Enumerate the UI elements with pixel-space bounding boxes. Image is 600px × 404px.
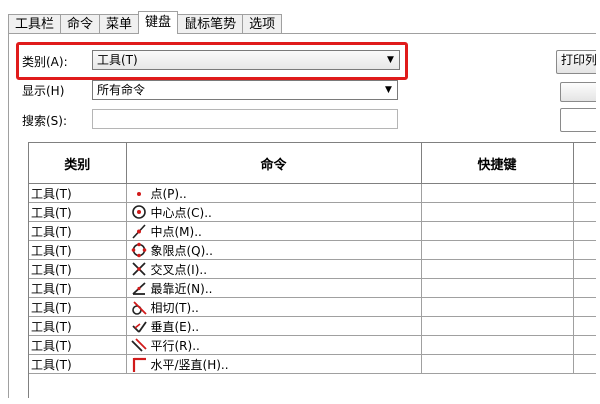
row-shortcut[interactable]	[421, 335, 574, 355]
row-command: 平行(R)..	[150, 338, 200, 353]
row-shortcut[interactable]	[421, 259, 574, 279]
customize-dialog: 工具栏 命令 菜单 键盘 鼠标笔势 选项 类别(A): 工具(T) ▼ 显示(H…	[4, 2, 596, 398]
perpendicular-icon	[131, 321, 147, 333]
tab-bar: 工具栏 命令 菜单 键盘 鼠标笔势 选项	[8, 11, 283, 34]
search-input[interactable]	[92, 109, 398, 129]
row-shortcut[interactable]	[421, 354, 574, 374]
print-button[interactable]: 打印列	[556, 50, 596, 74]
table-header-row: 类别 命令 快捷键	[29, 143, 596, 184]
display-label: 显示(H)	[22, 84, 65, 98]
table-row[interactable]: 工具(T) 点(P)..	[29, 183, 596, 203]
chevron-down-icon: ▼	[385, 85, 392, 95]
row-shortcut[interactable]	[421, 240, 574, 260]
row-command: 中点(M)..	[150, 224, 202, 239]
row-shortcut[interactable]	[421, 278, 574, 298]
tab-options[interactable]: 选项	[242, 14, 283, 34]
header-category[interactable]: 类别	[29, 143, 127, 184]
table-row[interactable]: 工具(T) 平行(R)..	[29, 335, 596, 355]
row-command: 相切(T)..	[150, 300, 199, 315]
center-point-icon	[131, 205, 146, 219]
row-command: 垂直(E)..	[150, 319, 200, 334]
row-command: 中心点(C)..	[150, 205, 212, 220]
intersection-icon	[131, 262, 146, 276]
row-category: 工具(T)	[29, 354, 127, 374]
row-command: 点(P)..	[150, 186, 187, 201]
table-row[interactable]: 工具(T) 中点(M)..	[29, 221, 596, 241]
row-shortcut[interactable]	[421, 221, 574, 241]
parallel-icon	[130, 338, 147, 352]
row-shortcut[interactable]	[421, 202, 574, 222]
table-row[interactable]: 工具(T) 象限点(Q)..	[29, 240, 596, 260]
display-value: 所有命令	[97, 83, 146, 97]
tab-toolbar[interactable]: 工具栏	[8, 14, 62, 34]
row-category: 工具(T)	[29, 240, 127, 260]
row-shortcut[interactable]	[421, 316, 574, 336]
horizontal-vertical-icon	[132, 357, 146, 372]
row-category: 工具(T)	[29, 202, 127, 222]
row-category: 工具(T)	[29, 278, 127, 298]
display-select[interactable]: 所有命令 ▼	[92, 80, 398, 100]
header-command[interactable]: 命令	[126, 143, 422, 184]
row-command: 水平/竖直(H)..	[150, 357, 229, 372]
side-button-3[interactable]	[560, 108, 596, 132]
tab-keyboard[interactable]: 键盘	[138, 11, 179, 34]
table-row[interactable]: 工具(T) 中心点(C)..	[29, 202, 596, 222]
search-label: 搜索(S):	[22, 114, 68, 128]
row-shortcut[interactable]	[421, 183, 574, 203]
highlight-box	[16, 42, 408, 80]
header-shortcut[interactable]: 快捷键	[421, 143, 574, 184]
tangent-icon	[131, 301, 147, 315]
table-row[interactable]: 工具(T) 水平/竖直(H)..	[29, 354, 596, 374]
row-category: 工具(T)	[29, 297, 127, 317]
row-category: 工具(T)	[29, 221, 127, 241]
nearest-icon	[131, 282, 146, 295]
table-row[interactable]: 工具(T) 交叉点(I)..	[29, 259, 596, 279]
shortcut-table: 类别 命令 快捷键 工具(T) 点(P).. 工具(T) 中心点(C).. 工具…	[28, 142, 596, 398]
row-category: 工具(T)	[29, 335, 127, 355]
point-icon	[136, 192, 141, 196]
row-command: 交叉点(I)..	[150, 262, 208, 277]
table-row[interactable]: 工具(T) 相切(T)..	[29, 297, 596, 317]
table-row[interactable]: 工具(T) 垂直(E)..	[29, 316, 596, 336]
row-shortcut[interactable]	[421, 297, 574, 317]
tab-menu[interactable]: 菜单	[99, 14, 140, 34]
row-category: 工具(T)	[29, 316, 127, 336]
midpoint-icon	[131, 224, 146, 239]
row-category: 工具(T)	[29, 259, 127, 279]
row-command: 象限点(Q)..	[150, 243, 213, 258]
row-command: 最靠近(N)..	[150, 281, 213, 296]
tab-mouse-gestures[interactable]: 鼠标笔势	[177, 14, 244, 34]
row-category: 工具(T)	[29, 183, 127, 203]
header-extra[interactable]	[573, 143, 596, 184]
side-button-2[interactable]	[560, 82, 596, 102]
tab-commands[interactable]: 命令	[60, 14, 101, 34]
table-row[interactable]: 工具(T) 最靠近(N)..	[29, 278, 596, 298]
quadrant-point-icon	[131, 242, 146, 258]
